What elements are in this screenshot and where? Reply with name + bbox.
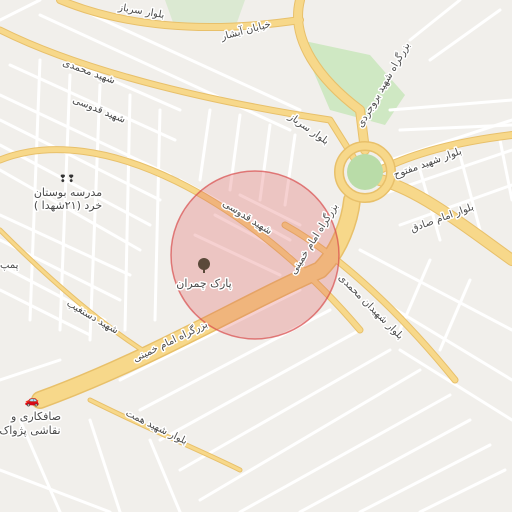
poi-label-line2: نقاشی پژواک (0, 424, 61, 437)
poi-label: پارک چمران (176, 277, 231, 290)
poi-label-line1: صافکاری و (10, 410, 61, 423)
highlight-circle (170, 170, 340, 340)
poi-label-line2: خرد (۲۱شهدا ) (34, 199, 102, 212)
edge-label-fragment: پمپ (0, 260, 19, 271)
school-icon: ❢❢ (59, 174, 76, 185)
car-icon: 🚗 (25, 393, 40, 407)
tree-icon-trunk (203, 268, 205, 273)
map-view[interactable]: بلوار سرباز خیابان آبشار بزرگراه شهید بر… (0, 0, 512, 512)
poi-label-line1: مدرسه بوستان (34, 186, 102, 199)
